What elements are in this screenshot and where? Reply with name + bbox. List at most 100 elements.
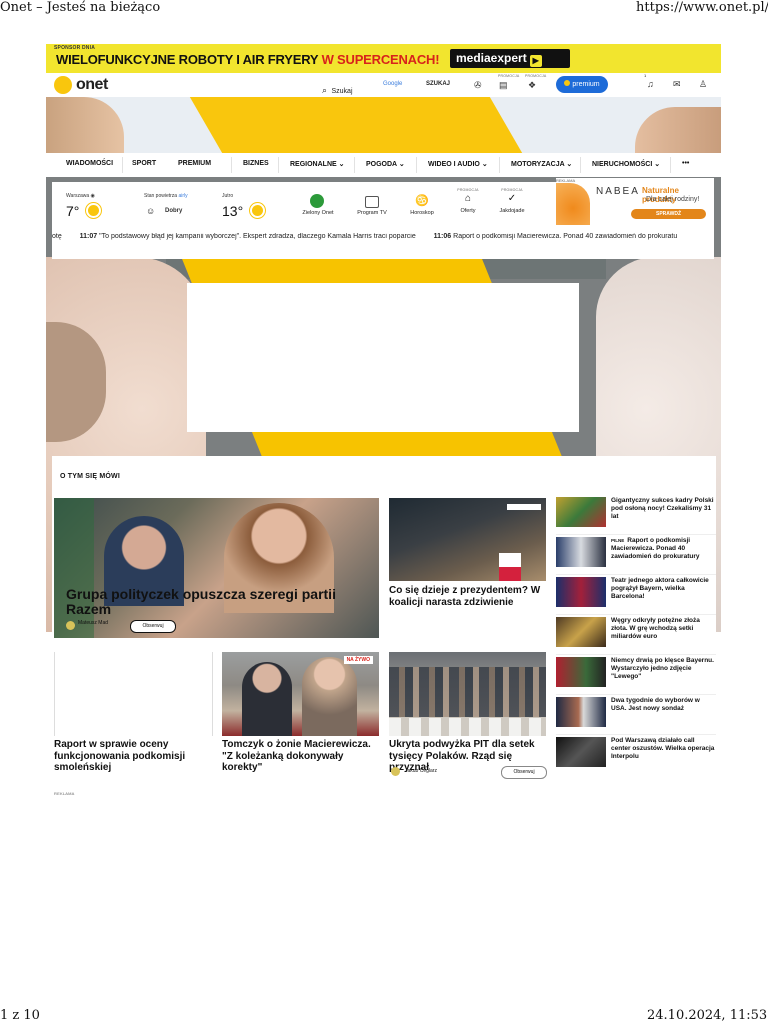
leaf-icon — [310, 194, 324, 208]
search-icon: ⌕ — [322, 85, 328, 95]
weather-city[interactable]: Warszawa ◉ — [66, 193, 95, 199]
nav-item-sport[interactable]: SPORT — [132, 160, 156, 167]
sponsor-brand-logo[interactable]: mediaexpert ▶ — [450, 49, 570, 68]
nav-item-wideo-audio[interactable]: WIDEO I AUDIO ⌄ — [428, 160, 488, 168]
sponsor-banner[interactable]: SPONSOR DNIA WIELOFUNKCYJNE ROBOTY I AIR… — [46, 44, 721, 73]
list-item-thumbnail — [556, 537, 606, 567]
promo-label: PROMOCJA — [498, 74, 520, 78]
air-quality-value[interactable]: Dobry — [165, 208, 182, 214]
sponsor-text: WIELOFUNKCYJNE ROBOTY I AIR FRYERY W SUP… — [56, 52, 440, 67]
nav-item-regionalne[interactable]: REGIONALNE ⌄ — [290, 160, 345, 168]
gift-icon: ⌂ — [464, 193, 472, 204]
follow-button[interactable]: Obserwuj — [130, 620, 176, 633]
ticker-headline[interactable]: "To podstawowy błąd jej kampanii wyborcz… — [99, 233, 416, 240]
list-item-thumbnail — [556, 617, 606, 647]
nabea-ad[interactable]: REKLAMA NABEA Naturalne produkty Dla cał… — [556, 178, 714, 226]
list-item[interactable]: PILNE Raport o podkomisji Macierewicza. P… — [556, 535, 716, 575]
weather-now[interactable]: 7° — [66, 203, 99, 221]
chevron-down-icon: ⌄ — [654, 161, 661, 168]
list-item-thumbnail — [556, 497, 606, 527]
notification-count: 1 — [644, 73, 647, 78]
news-ticker[interactable]: otę 11:07 "To podstawowy błąd jej kampan… — [52, 233, 714, 249]
story-author[interactable]: Jakub Ceglarz — [405, 768, 437, 774]
breaking-badge: PILNE — [611, 538, 625, 543]
story-image-tomczyk[interactable]: NA ŻYWO — [222, 652, 379, 736]
smile-icon: ☺ — [146, 206, 156, 216]
zodiac-icon: ♋ — [415, 195, 429, 207]
horoskop-link[interactable]: ♋ Horoskop — [402, 194, 442, 216]
story-title-tomczyk[interactable]: Tomczyk o żonie Macierewicza. "Z koleżan… — [222, 739, 379, 774]
nav-item-motoryzacja[interactable]: MOTORYZACJA ⌄ — [511, 160, 572, 168]
list-item[interactable]: Gigantyczny sukces kadry Polski pod osło… — [556, 495, 716, 535]
logo-dot-icon — [54, 76, 72, 94]
promo-label-2: PROMOCJA — [525, 74, 547, 78]
google-logo: Google — [383, 81, 403, 87]
air-quality-label: Stan powietrza airly — [144, 193, 188, 199]
ticker-headline[interactable]: Raport o podkomisji Macierewicza. Ponad … — [453, 233, 677, 240]
promo-service-icon[interactable]: ▤ — [499, 80, 508, 90]
play-icon: ▶ — [529, 55, 542, 67]
orange-image — [556, 183, 590, 225]
service-icon[interactable]: ✇ — [474, 80, 482, 90]
print-footer-page: 1 z 10 — [0, 1008, 40, 1023]
hero-image — [46, 97, 721, 153]
nav-item-premium[interactable]: PREMIUM — [178, 160, 211, 167]
story-image-pit[interactable] — [389, 652, 546, 736]
user-icon[interactable]: ♙ — [699, 79, 707, 89]
follow-button[interactable]: Obserwuj — [501, 766, 547, 779]
weather-tomorrow-label: Jutro — [222, 193, 234, 199]
chevron-down-icon: ⌄ — [338, 161, 345, 168]
print-footer-datetime: 24.10.2024, 11:53 — [647, 1008, 768, 1023]
chevron-down-icon: ⌄ — [398, 161, 405, 168]
author-avatar — [66, 621, 75, 630]
mail-icon[interactable]: ✉ — [673, 79, 681, 89]
chevron-down-icon: ⌄ — [566, 161, 573, 168]
story-title-president[interactable]: Co się dzieje z prezydentem? W koalicji … — [389, 585, 546, 608]
lead-story-image[interactable] — [54, 498, 379, 638]
section-nav: WIADOMOŚCI SPORT PREMIUM BIZNES REGIONAL… — [46, 153, 721, 178]
oferty-link[interactable]: PROMOCJA ⌂ Oferty — [448, 188, 488, 214]
route-icon: ✓ — [507, 193, 517, 204]
search-button[interactable]: ⌕ Szukaj — [322, 80, 353, 98]
ticker-time: 11:07 — [79, 233, 98, 240]
nav-item-nieruchomosci[interactable]: NIERUCHOMOŚCI ⌄ — [592, 160, 660, 168]
sponsor-label: SPONSOR DNIA — [54, 45, 96, 51]
tv-icon — [365, 196, 379, 208]
program-tv-link[interactable]: Program TV — [352, 196, 392, 216]
print-header-title: Onet – Jesteś na bieżąco — [0, 0, 161, 15]
sun-icon — [251, 205, 263, 216]
location-icon: ◉ — [90, 193, 95, 199]
ad-label: REKLAMA — [54, 791, 75, 796]
nav-item-pogoda[interactable]: POGODA ⌄ — [366, 160, 405, 168]
lead-story-title[interactable]: Grupa polityczek opuszcza szeregi partii… — [66, 587, 366, 617]
list-item[interactable]: Niemcy drwią po klęsce Bayernu. Wystarcz… — [556, 655, 716, 695]
print-header-url: https://www.onet.pl/ — [636, 0, 768, 15]
ticker-time: 11:06 — [433, 233, 452, 240]
jakdojade-link[interactable]: PROMOCJA ✓ Jakdojade — [492, 188, 532, 214]
promo-service-icon-2[interactable]: ❖ — [528, 80, 536, 90]
premium-button[interactable]: premium — [556, 76, 608, 93]
sun-icon — [87, 205, 99, 216]
list-item[interactable]: Dwa tygodnie do wyborów w USA. Jest nowy… — [556, 695, 716, 735]
top-bar: onet ⌕ Szukaj Google SZUKAJ ✇ PROMOCJA ▤… — [46, 73, 721, 97]
list-item-thumbnail — [556, 737, 606, 767]
lead-story-author[interactable]: Mateusz Mad — [78, 620, 108, 626]
list-item[interactable]: Pod Warszawą działało call center oszust… — [556, 735, 716, 774]
nav-more-button[interactable]: ••• — [682, 160, 689, 167]
google-search-button[interactable]: SZUKAJ — [426, 81, 450, 87]
story-image-president[interactable] — [389, 498, 546, 581]
story-title-report[interactable]: Raport w sprawie oceny funkcjonowania po… — [54, 739, 211, 774]
story-image-placeholder[interactable] — [54, 652, 213, 736]
section-heading: O TYM SIĘ MÓWI — [60, 473, 120, 480]
bell-icon[interactable]: ♫ — [647, 79, 654, 89]
zielony-onet-link[interactable]: Zielony Onet — [298, 194, 338, 216]
list-item[interactable]: Węgry odkryły potężne złoża złota. W grę… — [556, 615, 716, 655]
premium-dot-icon — [564, 80, 571, 86]
list-item-thumbnail — [556, 577, 606, 607]
list-item[interactable]: Teatr jednego aktora całkowicie pogrążył… — [556, 575, 716, 615]
nav-item-biznes[interactable]: BIZNES — [243, 160, 269, 167]
live-badge: NA ŻYWO — [343, 656, 373, 664]
nav-item-wiadomosci[interactable]: WIADOMOŚCI — [66, 160, 113, 167]
weather-tomorrow[interactable]: 13° — [222, 203, 263, 221]
ad-cta-button[interactable]: SPRAWDŹ — [631, 209, 706, 219]
